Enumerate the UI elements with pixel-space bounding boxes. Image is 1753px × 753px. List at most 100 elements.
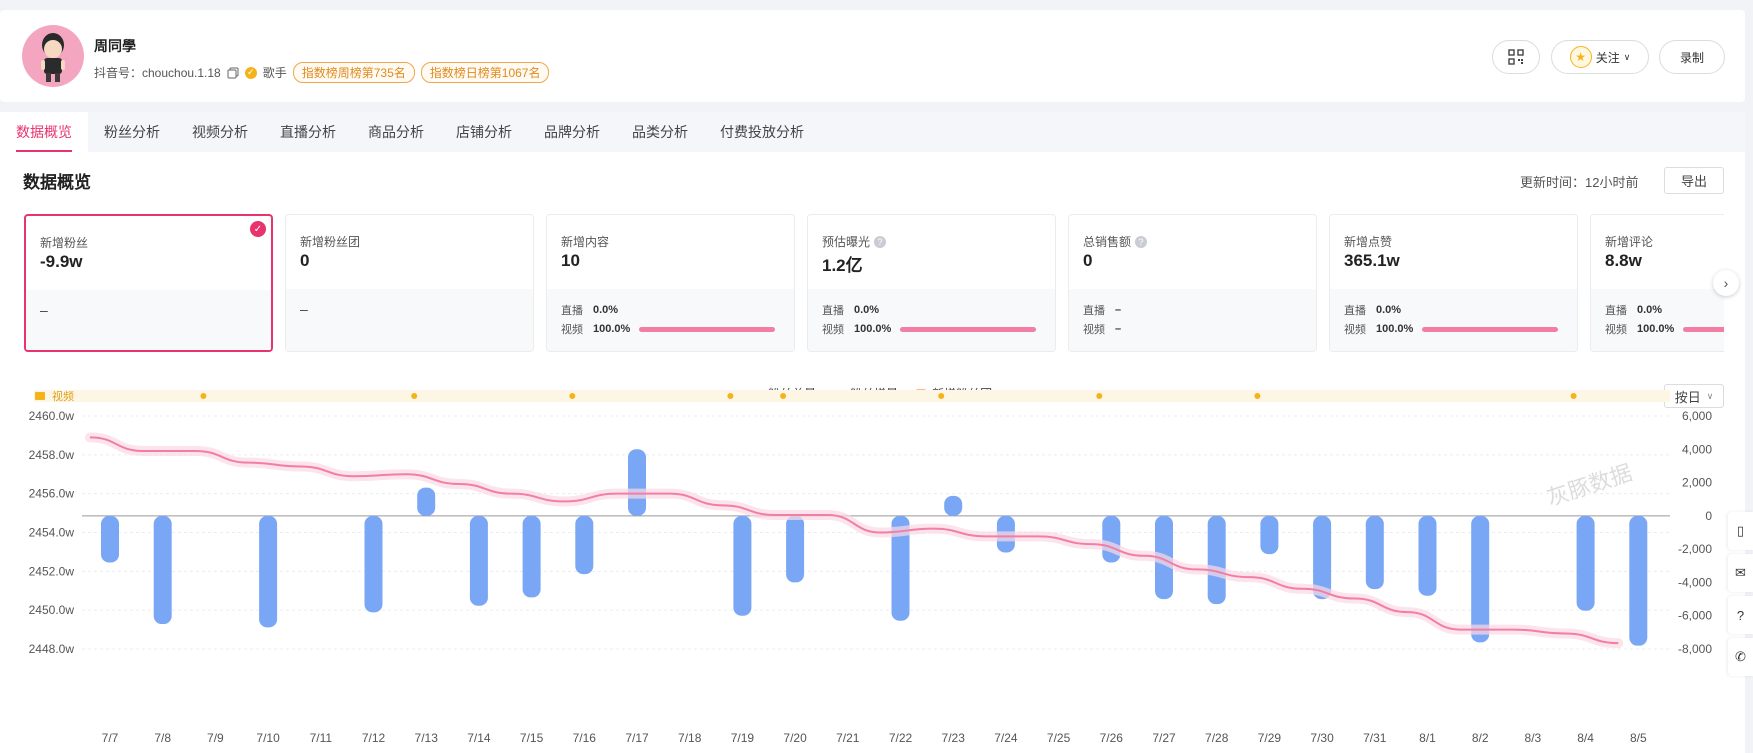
chevron-down-icon: ∨: [1623, 51, 1631, 62]
left-tick-label: 2450.0w: [29, 603, 75, 617]
qr-code-button[interactable]: [1492, 40, 1540, 74]
help-icon[interactable]: ?: [1135, 235, 1148, 248]
x-tick-label: 7/26: [1100, 731, 1124, 745]
fans-increase-bar: [364, 515, 383, 613]
x-tick-label: 7/20: [783, 731, 807, 745]
weekly-rank-badge[interactable]: 指数榜周榜第735名: [292, 62, 415, 83]
help-icon[interactable]: ?: [1728, 596, 1753, 634]
account-meta: 抖音号：chouchou.1.18 ✓ 歌手 指数榜周榜第735名 指数榜日榜第…: [94, 62, 550, 83]
video-marker: [727, 393, 734, 399]
fans-increase-bar: [944, 495, 963, 516]
x-tick-label: 7/12: [362, 731, 386, 745]
live-share-row: 直播 –: [1083, 304, 1122, 317]
metric-label: 新增评论: [1605, 235, 1654, 249]
right-tick-label: 0: [1705, 509, 1712, 523]
x-tick-label: 7/24: [994, 731, 1018, 745]
video-track-label: 视频: [52, 389, 74, 403]
video-share-bar: [1683, 326, 1724, 332]
tab-video[interactable]: 视频分析: [176, 112, 264, 152]
metric-card-new-likes[interactable]: 新增点赞 365.1w 直播 0.0% 视频 100.0%: [1329, 214, 1578, 352]
video-share-bar: [900, 326, 1036, 332]
x-tick-label: 7/21: [836, 731, 860, 745]
section-title: 数据概览: [23, 173, 91, 192]
metric-label: 新增粉丝团: [300, 235, 361, 249]
tab-brand[interactable]: 品牌分析: [528, 112, 616, 152]
metric-value: 10: [561, 251, 580, 270]
x-tick-label: 7/13: [415, 731, 439, 745]
follow-button[interactable]: ★ 关注 ∨: [1551, 40, 1649, 74]
metric-breakdown: –: [40, 302, 48, 318]
metric-card-new-comments[interactable]: 新增评论 8.8w 直播 0.0% 视频 100.0%: [1590, 214, 1724, 352]
fans-increase-bar: [1629, 515, 1648, 646]
fans-increase-bar: [153, 515, 172, 625]
video-marker: [411, 393, 418, 399]
video-share-row: 视频 100.0%: [1605, 321, 1724, 337]
tab-store[interactable]: 店铺分析: [440, 112, 528, 152]
tab-fans[interactable]: 粉丝分析: [88, 112, 176, 152]
fans-increase-bar: [417, 487, 436, 516]
fans-increase-bar: [1418, 515, 1437, 596]
left-tick-label: 2460.0w: [29, 409, 75, 423]
export-button[interactable]: 导出: [1664, 167, 1724, 194]
x-tick-label: 8/2: [1472, 731, 1489, 745]
x-tick-label: 7/17: [625, 731, 649, 745]
metric-label: 新增粉丝: [40, 236, 89, 250]
fans-increase-bar: [1260, 515, 1279, 555]
mail-icon[interactable]: ✉: [1728, 554, 1753, 592]
account-name: 周同學: [94, 38, 136, 54]
right-tick-label: 4,000: [1682, 442, 1712, 456]
daily-rank-badge[interactable]: 指数榜日榜第1067名: [420, 62, 550, 83]
profile-card: 周同學 抖音号：chouchou.1.18 ✓ 歌手 指数榜周榜第735名 指数…: [0, 10, 1745, 102]
video-marker: [780, 393, 787, 399]
verified-icon: ✓: [244, 66, 257, 79]
copy-icon[interactable]: [227, 67, 239, 79]
record-button[interactable]: 录制: [1659, 40, 1725, 74]
help-icon[interactable]: ?: [874, 235, 887, 248]
left-tick-label: 2448.0w: [29, 642, 75, 656]
x-tick-label: 8/1: [1419, 731, 1436, 745]
check-icon: ✓: [250, 221, 266, 237]
metric-card-estimated-exposure[interactable]: 预估曝光? 1.2亿 直播 0.0% 视频 100.0%: [807, 214, 1056, 352]
x-tick-label: 7/23: [942, 731, 966, 745]
tab-category[interactable]: 品类分析: [616, 112, 704, 152]
left-tick-label: 2458.0w: [29, 448, 75, 462]
overview-panel: 数据概览 更新时间：12小时前 导出 ✓ 新增粉丝 -9.9w – 新增粉丝团 …: [0, 152, 1745, 753]
x-tick-label: 7/16: [573, 731, 597, 745]
avatar[interactable]: [22, 25, 84, 87]
x-tick-label: 7/31: [1363, 731, 1387, 745]
fans-increase-bar: [1471, 515, 1490, 643]
fans-increase-bar: [786, 515, 805, 583]
fans-increase-bar: [1576, 515, 1595, 611]
metric-value: 0: [1083, 251, 1093, 270]
chevron-down-icon: ∨: [1706, 390, 1714, 401]
douyin-id: 抖音号：chouchou.1.18: [94, 66, 221, 80]
wechat-icon[interactable]: ✆: [1728, 638, 1753, 676]
cards-next-arrow-icon[interactable]: ›: [1713, 270, 1739, 296]
x-tick-label: 7/8: [154, 731, 171, 745]
video-share-row: 视频 100.0%: [822, 321, 1036, 337]
tab-paid-ads[interactable]: 付费投放分析: [704, 112, 820, 152]
left-tick-label: 2454.0w: [29, 526, 75, 540]
metric-card-new-fans[interactable]: ✓ 新增粉丝 -9.9w –: [24, 214, 273, 352]
mobile-icon[interactable]: ▯: [1728, 512, 1753, 550]
x-tick-label: 7/9: [207, 731, 224, 745]
tab-overview[interactable]: 数据概览: [0, 112, 88, 152]
right-tick-label: -4,000: [1678, 575, 1712, 589]
tab-live[interactable]: 直播分析: [264, 112, 352, 152]
x-tick-label: 7/25: [1047, 731, 1071, 745]
metric-card-new-fan-club[interactable]: 新增粉丝团 0 –: [285, 214, 534, 352]
left-tick-label: 2452.0w: [29, 564, 75, 578]
metric-value: 0: [300, 251, 310, 270]
metric-card-new-content[interactable]: 新增内容 10 直播 0.0% 视频 100.0%: [546, 214, 795, 352]
live-share-row: 直播 0.0%: [822, 304, 880, 317]
x-tick-label: 7/15: [520, 731, 544, 745]
live-share-row: 直播 0.0%: [1605, 304, 1663, 317]
tab-goods[interactable]: 商品分析: [352, 112, 440, 152]
video-marker: [569, 393, 576, 399]
x-tick-label: 7/7: [102, 731, 119, 745]
video-share-row: 视频 –: [1083, 323, 1122, 336]
fans-increase-bar: [1102, 515, 1121, 563]
metric-cards: ✓ 新增粉丝 -9.9w – 新增粉丝团 0 – 新增内容 10 直播 0.0% …: [24, 214, 1724, 354]
side-toolbar: ▯ ✉ ? ✆: [1728, 512, 1753, 680]
metric-card-total-sales[interactable]: 总销售额? 0 直播 – 视频 –: [1068, 214, 1317, 352]
